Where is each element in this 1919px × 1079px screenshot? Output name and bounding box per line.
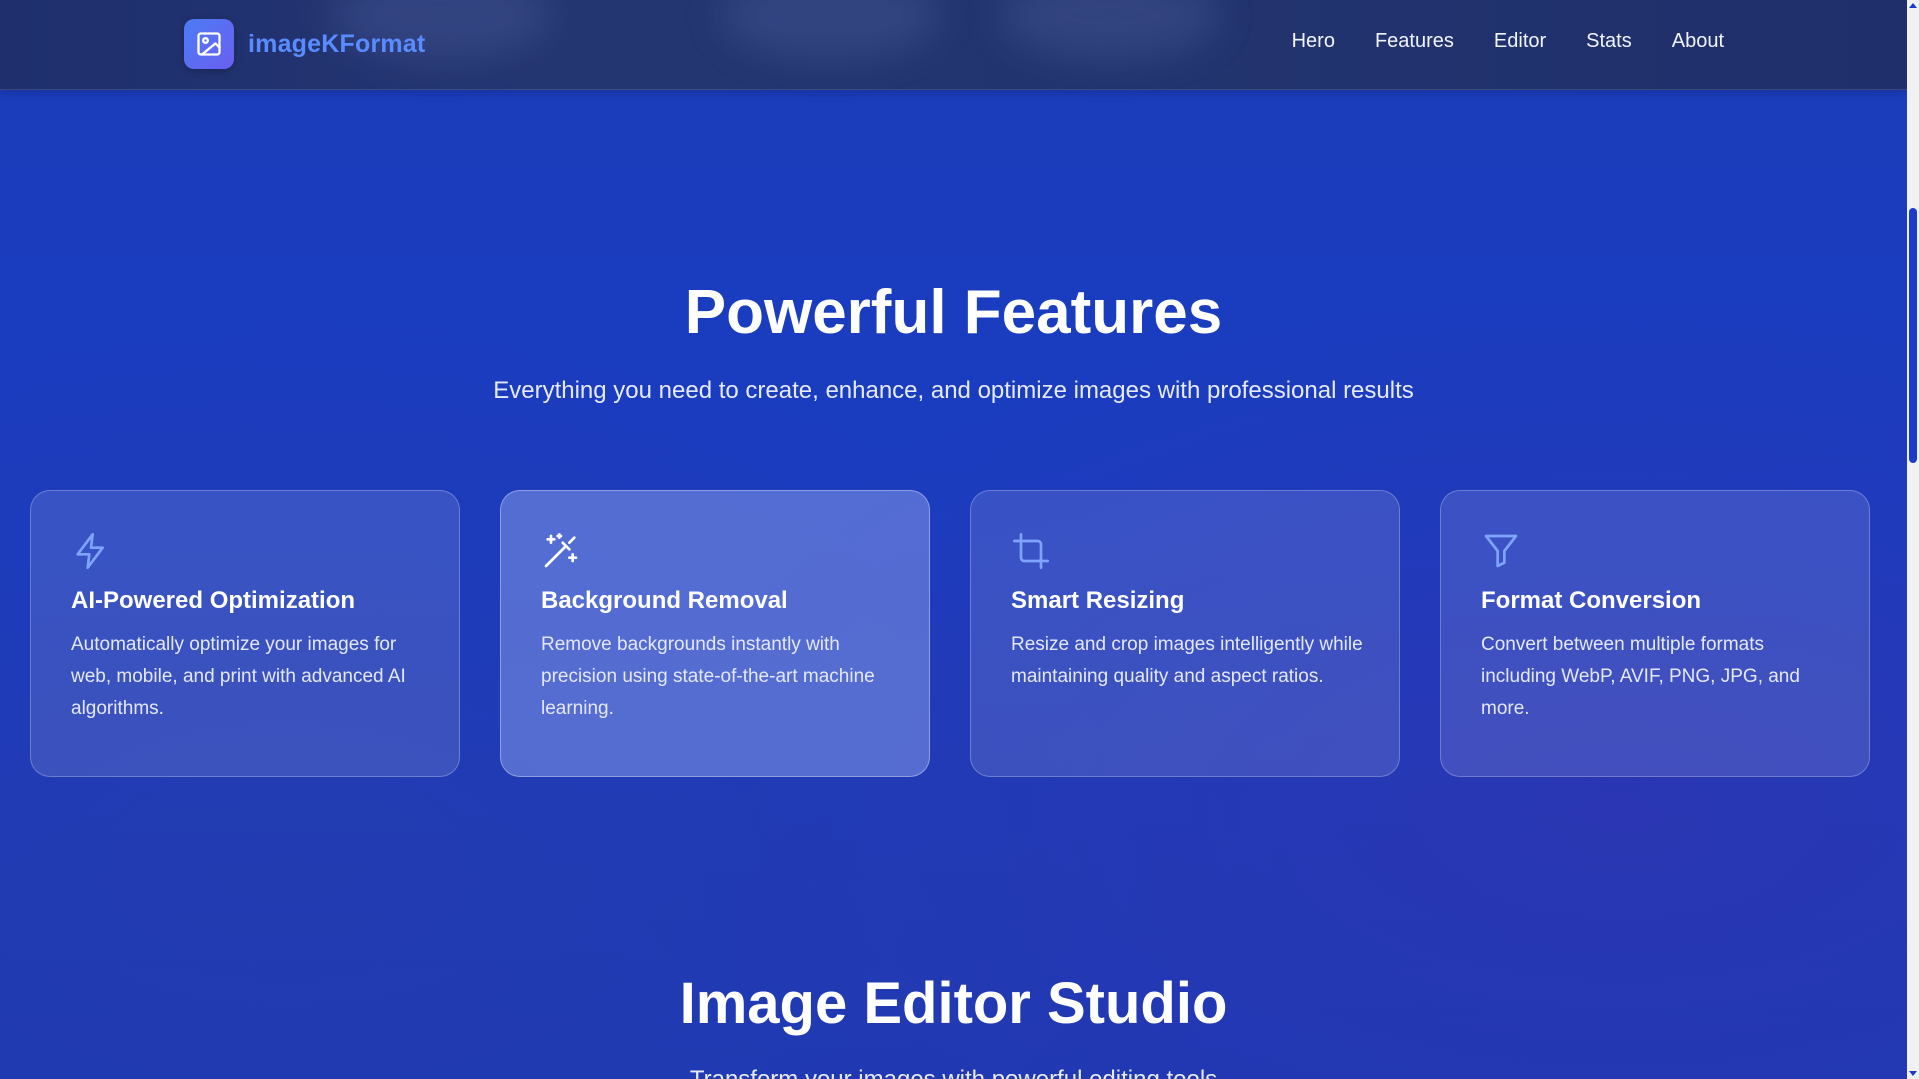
brand-name: imageKFormat — [248, 29, 426, 58]
magic-wand-icon — [544, 533, 578, 568]
card-title: Format Conversion — [1481, 587, 1702, 614]
feature-card-background-removal[interactable]: Background Removal Remove backgrounds in… — [500, 490, 930, 777]
header-glow — [720, 0, 940, 60]
card-title: Smart Resizing — [1011, 587, 1185, 614]
feature-card-format-conversion[interactable]: Format Conversion Convert between multip… — [1440, 490, 1870, 777]
features-heading: Powerful Features — [684, 278, 1223, 347]
main-nav: Hero Features Editor Stats About — [1292, 30, 1724, 53]
nav-link-features[interactable]: Features — [1375, 30, 1454, 53]
header-glow — [1000, 0, 1220, 60]
scroll-down-arrow-icon[interactable] — [1909, 1071, 1917, 1076]
feature-cards: AI-Powered Optimization Automatically op… — [30, 490, 1870, 777]
feature-card-optimization[interactable]: AI-Powered Optimization Automatically op… — [30, 490, 460, 777]
card-title: Background Removal — [541, 587, 788, 614]
card-title: AI-Powered Optimization — [71, 587, 356, 614]
crop-icon — [1013, 533, 1049, 569]
page: imageKFormat Hero Features Editor Stats … — [0, 0, 1907, 1079]
nav-link-stats[interactable]: Stats — [1586, 30, 1632, 53]
nav-link-hero[interactable]: Hero — [1292, 30, 1335, 53]
brand-logo[interactable]: imageKFormat — [184, 19, 425, 69]
scrollbar-thumb[interactable] — [1909, 208, 1917, 463]
card-description: Resize and crop images intelligently whi… — [1011, 634, 1363, 687]
scroll-up-arrow-icon[interactable] — [1909, 3, 1917, 8]
nav-link-editor[interactable]: Editor — [1494, 30, 1546, 53]
lightning-icon — [76, 533, 104, 569]
vertical-scrollbar[interactable] — [1907, 0, 1919, 1079]
card-description: Convert between multiple formats includi… — [1481, 634, 1800, 719]
card-description: Remove backgrounds instantly with precis… — [541, 634, 875, 719]
image-icon — [184, 19, 234, 69]
top-navigation-bar: imageKFormat Hero Features Editor Stats … — [0, 0, 1907, 90]
editor-heading: Image Editor Studio — [679, 971, 1228, 1036]
funnel-icon — [1484, 534, 1518, 568]
card-description: Automatically optimize your images for w… — [71, 634, 406, 719]
editor-subtitle: Transform your images with powerful edit… — [0, 1066, 1907, 1079]
feature-card-smart-resizing[interactable]: Smart Resizing Resize and crop images in… — [970, 490, 1400, 777]
features-subtitle: Everything you need to create, enhance, … — [493, 377, 1414, 404]
nav-link-about[interactable]: About — [1672, 30, 1724, 53]
